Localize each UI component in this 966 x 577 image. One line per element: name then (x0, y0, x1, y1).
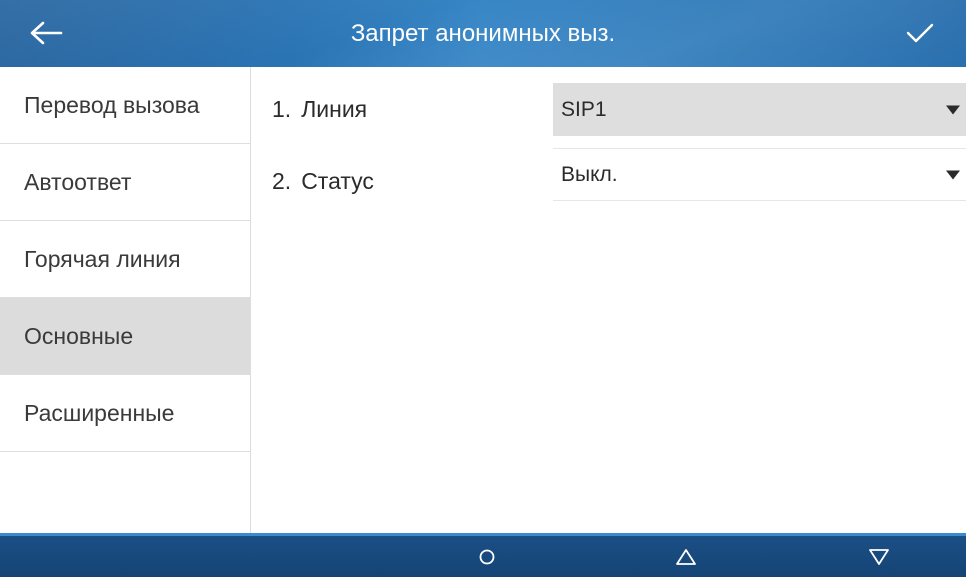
sidebar-item-advanced[interactable]: Расширенные (0, 375, 250, 452)
up-button[interactable] (656, 536, 716, 577)
dropdown-caret-icon (946, 170, 960, 179)
dropdown-caret-icon (946, 105, 960, 114)
row-label-text: Линия (301, 96, 368, 122)
line-row: 1. Линия SIP1 (252, 75, 966, 143)
call-settings-screen: Запрет анонимных выз. Перевод вызова Авт… (0, 0, 966, 577)
row-number: 2. (272, 168, 292, 194)
home-button[interactable] (457, 536, 517, 577)
status-select[interactable]: Выкл. (553, 148, 966, 201)
settings-form: 1. Линия SIP1 2. Статус Выкл. (252, 67, 966, 533)
row-label-text: Статус (301, 168, 374, 194)
sidebar-item-label: Перевод вызова (24, 91, 200, 118)
line-select[interactable]: SIP1 (553, 83, 966, 136)
sidebar-item-label: Расширенные (24, 399, 175, 426)
sidebar-item-call-forward[interactable]: Перевод вызова (0, 67, 250, 144)
sidebar: Перевод вызова Автоответ Горячая линия О… (0, 67, 251, 533)
sidebar-item-label: Автоответ (24, 168, 132, 195)
sidebar-item-label: Основные (24, 322, 134, 349)
arrow-left-icon (30, 21, 63, 45)
header-bar: Запрет анонимных выз. (0, 0, 966, 67)
down-triangle-icon (869, 548, 889, 565)
confirm-button[interactable] (892, 10, 948, 56)
status-label: 2. Статус (272, 147, 374, 215)
sidebar-item-hotline[interactable]: Горячая линия (0, 221, 250, 298)
page-title: Запрет анонимных выз. (350, 20, 616, 47)
sidebar-item-basic[interactable]: Основные (0, 298, 250, 375)
line-label: 1. Линия (272, 75, 367, 143)
sidebar-item-label: Горячая линия (24, 245, 181, 272)
down-button[interactable] (849, 536, 909, 577)
status-row: 2. Статус Выкл. (252, 147, 966, 215)
system-nav-bar (0, 533, 966, 577)
row-number: 1. (272, 96, 292, 122)
line-select-value: SIP1 (561, 97, 607, 121)
status-select-value: Выкл. (561, 162, 618, 186)
checkmark-icon (906, 23, 934, 43)
up-triangle-icon (676, 548, 696, 565)
sidebar-item-auto-answer[interactable]: Автоответ (0, 144, 250, 221)
home-circle-icon (479, 549, 495, 564)
back-button[interactable] (18, 10, 74, 56)
